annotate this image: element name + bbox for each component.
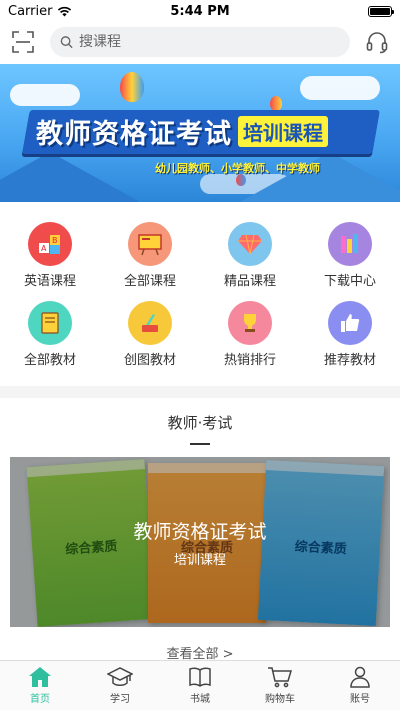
cloud-decoration [300,76,380,100]
grid-item-label: 全部教材 [23,353,76,368]
top-bar [0,22,400,62]
grid-item-label: 热销排行 [223,353,276,368]
diamond-icon [228,222,272,266]
bottom-tab-bar: 首页 学习 书城 购物车 账号 [0,660,400,710]
home-icon [29,667,51,687]
search-input[interactable] [79,34,340,50]
grid-item-all-textbooks[interactable]: 全部教材 [0,301,100,368]
trophy-icon [228,301,272,345]
banner-title-text: 教师资格证考试 [36,119,232,150]
grid-item-label: 精品课程 [223,274,276,289]
cloud-decoration [10,84,80,106]
svg-text:B: B [52,236,58,245]
svg-text:A: A [41,244,47,253]
course-card[interactable]: 综合素质 综合素质 综合素质 教师资格证考试 培训课程 [10,457,390,627]
banner-title: 教师资格证考试 培训课程 [36,112,328,151]
course-card-title: 教师资格证考试 [133,521,267,543]
section-title: 教师·考试 [167,414,233,432]
tab-label: 首页 [30,694,50,705]
blackboard-icon [128,222,172,266]
graduation-cap-icon [107,667,133,686]
tab-label: 账号 [350,694,370,705]
ink-pen-icon [128,301,172,345]
status-bar: Carrier 5:44 PM [0,0,400,22]
grid-item-english-courses[interactable]: AB 英语课程 [0,222,100,289]
balloon-icon [120,72,144,102]
search-box[interactable] [50,27,350,57]
grid-item-chuangtu-textbooks[interactable]: 创图教材 [100,301,200,368]
grid-item-premium-courses[interactable]: 精品课程 [200,222,300,289]
banner-subtitle: 幼儿园教师、小学教师、中学教师 [155,162,320,175]
grid-item-label: 全部课程 [123,274,176,289]
status-left: Carrier [8,4,72,19]
grid-item-all-courses[interactable]: 全部课程 [100,222,200,289]
tab-bookstore[interactable]: 书城 [160,661,240,710]
section-divider [0,386,400,398]
promo-banner[interactable]: 教师资格证考试 培训课程 幼儿园教师、小学教师、中学教师 [0,64,400,202]
scan-icon[interactable] [10,29,36,55]
open-book-icon [189,667,211,687]
tab-label: 书城 [190,694,210,705]
tab-label: 购物车 [265,694,295,705]
mountain-decoration [0,152,140,202]
headset-icon[interactable] [364,29,390,55]
tab-study[interactable]: 学习 [80,661,160,710]
tab-home[interactable]: 首页 [0,661,80,710]
book-icon [28,301,72,345]
tab-cart[interactable]: 购物车 [240,661,320,710]
balloon-icon [270,96,282,111]
carrier-label: Carrier [8,3,53,19]
course-card-subtitle: 培训课程 [173,553,226,568]
grid-item-bestseller-ranking[interactable]: 热销排行 [200,301,300,368]
wifi-icon [58,6,72,16]
grid-item-label: 推荐教材 [323,353,376,368]
banner-title-tag: 培训课程 [238,116,328,147]
books-download-icon [328,222,372,266]
cart-icon [268,667,293,688]
search-icon [60,36,73,49]
grid-item-label: 下载中心 [323,274,376,289]
tab-account[interactable]: 账号 [320,661,400,710]
thumbs-up-icon [328,301,372,345]
grid-item-download-center[interactable]: 下载中心 [300,222,400,289]
grid-item-recommended-textbooks[interactable]: 推荐教材 [300,301,400,368]
battery-icon [368,5,394,17]
grid-item-label: 英语课程 [23,274,76,289]
user-icon [350,666,370,688]
section-title-underline [190,443,210,445]
category-grid: AB 英语课程 全部课程 精品课程 下载中心 全部教材 创图教材 热销排行 推荐… [0,202,400,374]
grid-item-label: 创图教材 [123,353,176,368]
tab-label: 学习 [110,694,130,705]
abc-blocks-icon: AB [28,222,72,266]
